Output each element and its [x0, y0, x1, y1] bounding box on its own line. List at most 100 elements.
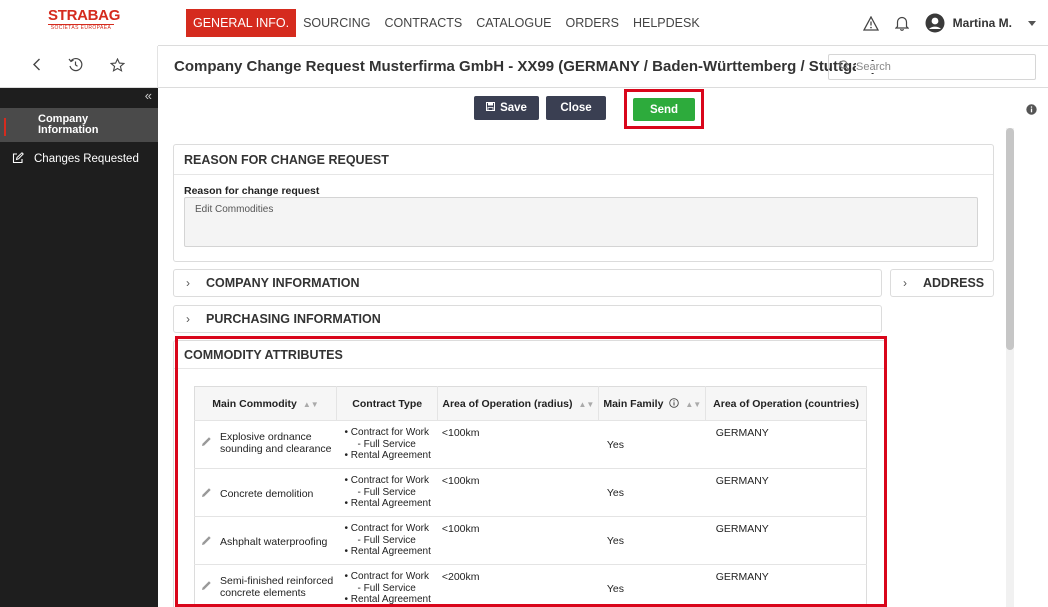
contract-type-value: Rental Agreement	[350, 546, 431, 557]
pencil-icon[interactable]	[201, 535, 212, 549]
sidebar-item-changes-requested[interactable]: Changes Requested	[0, 148, 158, 170]
sidebar: « Company Information Changes Requested	[0, 88, 158, 607]
sort-icon: ▲▼	[685, 399, 702, 409]
strabag-logo[interactable]: STRABAG SOCIETAS EUROPAEA	[48, 7, 121, 32]
send-button[interactable]: Send	[633, 98, 695, 121]
reason-textarea[interactable]: Edit Commodities	[184, 197, 978, 247]
radius-value: <100km	[441, 475, 480, 487]
user-name[interactable]: Martina M.	[953, 16, 1012, 30]
chevron-right-icon: ›	[186, 276, 190, 290]
contract-type-value: - Full Service	[357, 438, 416, 450]
logo-subtitle: SOCIETAS EUROPAEA	[48, 24, 114, 32]
page-header: Company Change Request Musterfirma GmbH …	[0, 46, 1048, 88]
radius-value: <100km	[441, 523, 480, 535]
contract-type-value: Contract for Work	[350, 475, 429, 486]
info-icon[interactable]	[1026, 102, 1037, 120]
contract-type-value: - Full Service	[357, 582, 416, 594]
contract-type-value: Rental Agreement	[350, 498, 431, 509]
main-family-value: Yes	[606, 439, 624, 451]
nav-general-info[interactable]: GENERAL INFO.	[186, 9, 297, 37]
countries-value: GERMANY	[715, 427, 769, 439]
sidebar-item-company-information[interactable]: Company Information	[0, 108, 158, 142]
caret-down-icon[interactable]	[1028, 20, 1036, 26]
search-box[interactable]	[828, 54, 1036, 80]
contract-type-value: Contract for Work	[350, 427, 429, 438]
nav-helpdesk[interactable]: HELPDESK	[626, 9, 707, 37]
section-title: ADDRESS	[923, 276, 985, 290]
pencil-icon[interactable]	[201, 580, 212, 594]
nav-orders[interactable]: ORDERS	[559, 9, 626, 37]
close-button[interactable]: Close	[546, 96, 606, 120]
user-avatar-icon[interactable]	[925, 13, 945, 33]
radius-value: <100km	[441, 427, 480, 439]
contract-type-value: Rental Agreement	[350, 450, 431, 461]
column-contract-type: Contract Type	[336, 386, 439, 421]
nav-sourcing[interactable]: SOURCING	[296, 9, 377, 37]
countries-value: GERMANY	[715, 523, 769, 535]
main-nav: GENERAL INFO. SOURCING CONTRACTS CATALOG…	[186, 9, 707, 37]
pencil-icon[interactable]	[201, 487, 212, 501]
top-bar: STRABAG SOCIETAS EUROPAEA GENERAL INFO. …	[0, 0, 1048, 46]
column-area-radius[interactable]: Area of Operation (radius) ▲▼	[437, 386, 600, 421]
contract-type-value: Contract for Work	[350, 523, 429, 534]
reason-label: Reason for change request	[184, 185, 320, 197]
floppy-icon	[486, 102, 496, 114]
star-icon[interactable]	[110, 57, 126, 77]
logo-area: STRABAG SOCIETAS EUROPAEA	[0, 0, 158, 46]
contract-type-value: Rental Agreement	[350, 594, 431, 605]
commodity-panel-title: COMMODITY ATTRIBUTES	[174, 341, 885, 369]
table-row: Concrete demolition • Contract for Work -…	[194, 468, 867, 517]
collapse-sidebar-icon[interactable]: «	[145, 88, 152, 103]
table-row: Ashphalt waterproofing • Contract for Wo…	[194, 516, 867, 565]
section-title: COMPANY INFORMATION	[206, 276, 360, 290]
back-arrow-icon[interactable]	[32, 58, 41, 76]
page-title: Company Change Request Musterfirma GmbH …	[174, 58, 877, 75]
right-rail	[1010, 88, 1048, 607]
chevron-right-icon: ›	[186, 312, 190, 326]
main-family-value: Yes	[606, 487, 624, 499]
warning-icon[interactable]	[862, 15, 879, 31]
search-icon	[839, 58, 850, 76]
sidebar-item-label: Company Information	[38, 113, 99, 136]
info-icon[interactable]	[666, 397, 680, 410]
contract-type-value: Contract for Work	[350, 571, 429, 582]
section-company-information[interactable]: › COMPANY INFORMATION	[173, 269, 882, 297]
save-button-label: Save	[500, 102, 527, 114]
main-family-value: Yes	[606, 583, 624, 595]
save-button[interactable]: Save	[474, 96, 539, 120]
column-main-family[interactable]: Main Family ▲▼	[598, 386, 707, 421]
main-commodity-value: Concrete demolition	[220, 488, 314, 500]
main-family-value: Yes	[606, 535, 624, 547]
bell-icon[interactable]	[894, 15, 909, 31]
history-icon[interactable]	[68, 57, 83, 77]
sidebar-item-label: Changes Requested	[34, 153, 139, 165]
main-content: Save Close Send REASON FOR CHANGE REQUES…	[158, 88, 1010, 607]
column-area-countries: Area of Operation (countries)	[705, 386, 867, 421]
sort-icon: ▲▼	[578, 399, 595, 409]
table-header-row: Main Commodity ▲▼ Contract Type Area of O…	[194, 386, 867, 421]
active-marker	[4, 118, 6, 136]
commodity-attributes-panel: COMMODITY ATTRIBUTES Main Commodity ▲▼ Co…	[173, 340, 886, 607]
reason-panel: REASON FOR CHANGE REQUEST Reason for cha…	[173, 144, 994, 262]
table-row: Explosive ordnance sounding and clearanc…	[194, 420, 867, 469]
page-actions	[0, 46, 158, 88]
commodity-table: Main Commodity ▲▼ Contract Type Area of O…	[194, 386, 867, 607]
radius-value: <200km	[441, 571, 480, 583]
section-purchasing-information[interactable]: › PURCHASING INFORMATION	[173, 305, 882, 333]
user-area: Martina M.	[862, 0, 1036, 46]
column-main-commodity[interactable]: Main Commodity ▲▼	[194, 386, 338, 421]
search-input[interactable]	[856, 61, 1026, 73]
main-commodity-value: Explosive ordnance sounding and clearanc…	[220, 431, 332, 455]
contract-type-value: - Full Service	[357, 486, 416, 498]
pencil-icon[interactable]	[201, 436, 212, 450]
countries-value: GERMANY	[715, 571, 769, 583]
scrollbar-thumb[interactable]	[1006, 128, 1014, 350]
nav-contracts[interactable]: CONTRACTS	[377, 9, 469, 37]
section-address[interactable]: › ADDRESS	[890, 269, 994, 297]
chevron-right-icon: ›	[903, 276, 907, 290]
sort-icon: ▲▼	[302, 399, 319, 409]
logo-wordmark: STRABAG	[48, 7, 121, 24]
countries-value: GERMANY	[715, 475, 769, 487]
main-commodity-value: Semi-finished reinforced concrete elemen…	[220, 575, 334, 599]
nav-catalogue[interactable]: CATALOGUE	[469, 9, 558, 37]
